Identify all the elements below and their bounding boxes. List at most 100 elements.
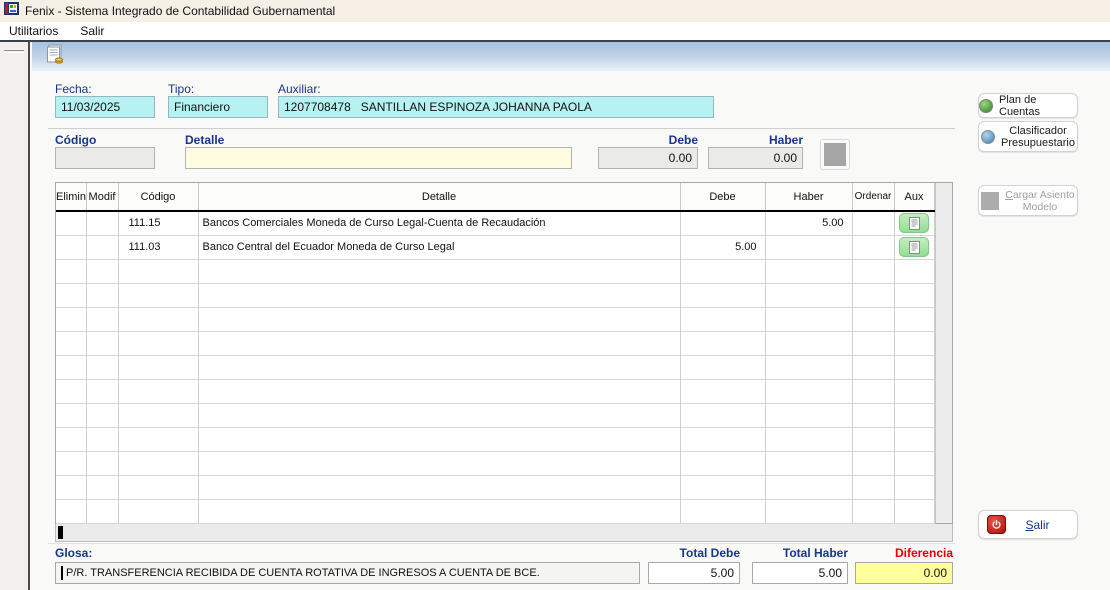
auxiliar-label: Auxiliar:: [278, 82, 321, 96]
cell-aux: [894, 235, 934, 259]
fecha-label: Fecha:: [55, 82, 92, 96]
glosa-input[interactable]: P/R. TRANSFERENCIA RECIBIDA DE CUENTA RO…: [55, 562, 640, 584]
col-aux: Aux: [894, 183, 934, 211]
table-row-empty[interactable]: [56, 307, 934, 331]
grid-header-row: Elimin Modif Código Detalle Debe Haber O…: [56, 183, 934, 211]
total-haber-label: Total Haber: [752, 546, 848, 560]
cell-codigo: 111.15: [118, 211, 198, 235]
cell-detalle: Banco Central del Ecuador Moneda de Curs…: [198, 235, 680, 259]
col-debe: Debe: [680, 183, 765, 211]
cell-haber: [765, 235, 852, 259]
cell-modif[interactable]: [86, 211, 118, 235]
blue-sphere-icon: [981, 130, 995, 144]
haber-label: Haber: [708, 133, 803, 147]
diferencia-label: Diferencia: [855, 546, 953, 560]
footer-divider: [48, 543, 955, 544]
clasificador-label-line1: Clasificador: [1001, 125, 1075, 137]
gray-square-button[interactable]: [820, 139, 850, 170]
table-row-empty[interactable]: [56, 379, 934, 403]
col-modif: Modif: [86, 183, 118, 211]
cell-debe: [680, 211, 765, 235]
haber-input[interactable]: 0.00: [708, 147, 803, 169]
menubar: Utilitarios Salir: [0, 22, 1110, 40]
table-row[interactable]: 111.15 Bancos Comerciales Moneda de Curs…: [56, 211, 934, 235]
cargar-asiento-modelo-button[interactable]: Cargar Asiento Modelo: [978, 185, 1078, 216]
fecha-input[interactable]: 11/03/2025: [55, 96, 155, 118]
grid-horizontal-scrollbar[interactable]: [55, 524, 953, 542]
clasificador-presupuestario-button[interactable]: Clasificador Presupuestario: [978, 121, 1078, 152]
note-icon: [909, 241, 920, 254]
table-row[interactable]: 111.03 Banco Central del Ecuador Moneda …: [56, 235, 934, 259]
left-panel-strip[interactable]: [0, 42, 30, 590]
table-row-empty[interactable]: [56, 331, 934, 355]
cell-haber: 5.00: [765, 211, 852, 235]
aux-button[interactable]: [899, 237, 929, 257]
blank-icon: [824, 143, 846, 166]
cell-detalle: Bancos Comerciales Moneda de Curso Legal…: [198, 211, 680, 235]
debe-input[interactable]: 0.00: [598, 147, 698, 169]
entries-grid: Elimin Modif Código Detalle Debe Haber O…: [55, 182, 953, 524]
form-divider: [48, 128, 955, 129]
codigo-label: Código: [55, 133, 96, 147]
app-icon: [4, 1, 19, 21]
col-codigo: Código: [118, 183, 198, 211]
salir-button[interactable]: Salir: [978, 510, 1078, 539]
grid-vertical-scrollbar[interactable]: [935, 183, 953, 523]
app-window: Fenix - Sistema Integrado de Contabilida…: [0, 0, 1110, 590]
debe-label: Debe: [598, 133, 698, 147]
table-row-empty[interactable]: [56, 283, 934, 307]
detalle-label: Detalle: [185, 133, 224, 147]
panel-grip-handle[interactable]: [4, 50, 24, 53]
total-haber-field: 5.00: [752, 562, 848, 584]
text-caret: [61, 566, 63, 580]
cell-ordenar[interactable]: [852, 211, 894, 235]
scrollbar-thumb[interactable]: [58, 526, 63, 539]
menu-utilitarios[interactable]: Utilitarios: [9, 24, 58, 38]
cell-elimin[interactable]: [56, 235, 86, 259]
cargar-label-line1: Cargar Asiento: [1005, 189, 1074, 201]
total-debe-label: Total Debe: [648, 546, 740, 560]
table-row-empty[interactable]: [56, 427, 934, 451]
auxiliar-input[interactable]: 1207708478 SANTILLAN ESPINOZA JOHANNA PA…: [278, 96, 714, 118]
glosa-label: Glosa:: [55, 546, 92, 560]
titlebar: Fenix - Sistema Integrado de Contabilida…: [0, 0, 1110, 22]
col-detalle: Detalle: [198, 183, 680, 211]
window-title: Fenix - Sistema Integrado de Contabilida…: [25, 4, 335, 18]
aux-button[interactable]: [899, 213, 929, 233]
table-row-empty[interactable]: [56, 355, 934, 379]
gray-square-icon: [981, 192, 999, 210]
cell-aux: [894, 211, 934, 235]
plan-de-cuentas-button[interactable]: Plan de Cuentas: [978, 93, 1078, 118]
entries-table: Elimin Modif Código Detalle Debe Haber O…: [56, 183, 935, 524]
codigo-input[interactable]: [55, 147, 155, 169]
table-row-empty[interactable]: [56, 475, 934, 499]
cell-ordenar[interactable]: [852, 235, 894, 259]
journal-entry-icon[interactable]: [45, 44, 66, 70]
diferencia-field: 0.00: [855, 562, 953, 584]
col-ordenar: Ordenar: [852, 183, 894, 211]
cargar-label-line2: Modelo: [1005, 201, 1074, 213]
glosa-text: P/R. TRANSFERENCIA RECIBIDA DE CUENTA RO…: [66, 567, 540, 579]
table-row-empty[interactable]: [56, 259, 934, 283]
table-row-empty[interactable]: [56, 499, 934, 523]
table-row-empty[interactable]: [56, 403, 934, 427]
table-row-empty[interactable]: [56, 451, 934, 475]
cell-codigo: 111.03: [118, 235, 198, 259]
salir-label: Salir: [1006, 519, 1069, 531]
power-icon: [987, 515, 1006, 534]
clasificador-label-line2: Presupuestario: [1001, 137, 1075, 149]
col-elimin: Elimin: [56, 183, 86, 211]
toolbar: [32, 42, 1110, 71]
plan-de-cuentas-label: Plan de Cuentas: [999, 94, 1077, 118]
tipo-input[interactable]: Financiero: [168, 96, 268, 118]
cell-modif[interactable]: [86, 235, 118, 259]
note-icon: [909, 217, 920, 230]
detalle-input[interactable]: [185, 147, 572, 169]
cell-elimin[interactable]: [56, 211, 86, 235]
menu-salir[interactable]: Salir: [80, 24, 104, 38]
total-debe-field: 5.00: [648, 562, 740, 584]
cell-debe: 5.00: [680, 235, 765, 259]
col-haber: Haber: [765, 183, 852, 211]
green-sphere-icon: [979, 99, 993, 113]
tipo-label: Tipo:: [168, 82, 194, 96]
